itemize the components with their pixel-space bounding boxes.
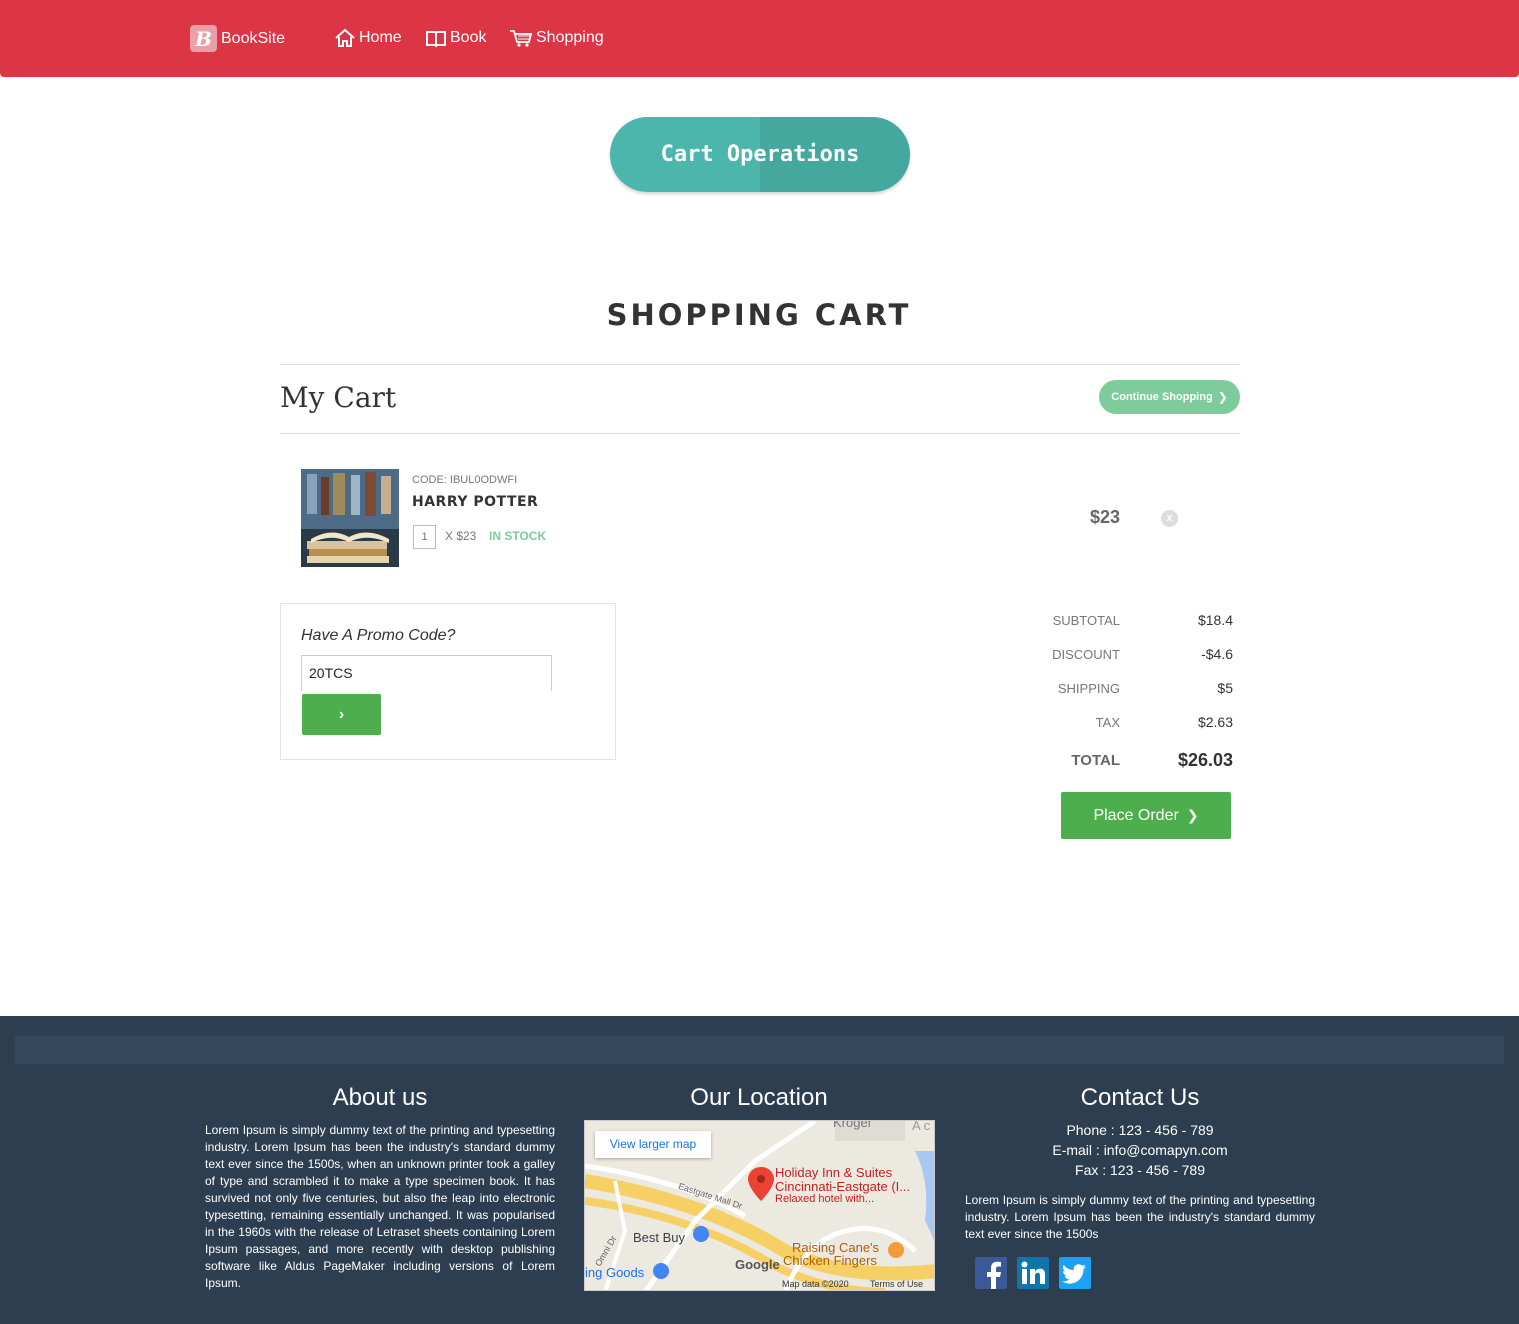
map-place-desc: Relaxed hotel with... bbox=[775, 1193, 875, 1205]
page-title: SHOPPING CART bbox=[606, 298, 912, 332]
linkedin-icon[interactable] bbox=[1017, 1257, 1049, 1289]
map-road-ac: A c bbox=[912, 1120, 931, 1133]
contact-phone: Phone : 123 - 456 - 789 bbox=[1066, 1122, 1214, 1138]
cart-icon bbox=[510, 30, 533, 47]
map-place-name-2: Cincinnati-Eastgate (I... bbox=[775, 1179, 911, 1194]
footer-band bbox=[15, 1036, 1504, 1064]
continue-shopping-button[interactable]: Continue Shopping ❯ bbox=[1099, 380, 1240, 414]
shipping-value: $5 bbox=[1217, 680, 1233, 696]
brand-logo-icon: B bbox=[190, 25, 217, 52]
map-poi-best-buy: Best Buy bbox=[633, 1230, 686, 1245]
total-value: $26.03 bbox=[1177, 750, 1233, 770]
book-icon bbox=[426, 31, 446, 48]
nav-link-book-label: Book bbox=[450, 29, 487, 46]
product-image bbox=[301, 469, 399, 567]
remove-item-icon[interactable]: x bbox=[1161, 510, 1178, 527]
brand-name: BookSite bbox=[221, 29, 286, 47]
apply-promo-button[interactable]: › bbox=[302, 694, 381, 735]
promo-question: Have A Promo Code? bbox=[301, 627, 456, 644]
map-poi-raising-canes-2: Chicken Fingers bbox=[783, 1253, 877, 1268]
about-title: About us bbox=[332, 1084, 428, 1111]
chevron-right-icon: ❯ bbox=[1217, 390, 1228, 404]
map-poi-goods: ing Goods bbox=[585, 1265, 645, 1280]
continue-shopping-label: Continue Shopping bbox=[1111, 391, 1213, 403]
place-order-label: Place Order bbox=[1093, 806, 1179, 824]
google-logo: Google bbox=[735, 1257, 780, 1272]
nav-link-shopping-label: Shopping bbox=[536, 29, 604, 46]
nav-link-home-label: Home bbox=[359, 29, 402, 46]
banner-label: Cart Operations bbox=[660, 142, 860, 167]
product-name: HARRY POTTER bbox=[412, 494, 539, 510]
promo-panel: Have A Promo Code? 20TCS › bbox=[280, 603, 616, 760]
map-terms-link[interactable]: Terms of Use bbox=[870, 1279, 923, 1289]
facebook-icon[interactable] bbox=[975, 1257, 1007, 1289]
location-title: Our Location bbox=[690, 1084, 828, 1111]
place-order-button[interactable]: Place Order ❯ bbox=[1061, 792, 1231, 839]
contact-title: Contact Us bbox=[1080, 1084, 1200, 1111]
quantity-input[interactable]: 1 bbox=[413, 525, 436, 549]
unit-price: X $23 bbox=[445, 529, 477, 543]
tax-value: $2.63 bbox=[1197, 714, 1233, 730]
cart-operations-banner: Cart Operations bbox=[610, 117, 910, 192]
stock-status: IN STOCK bbox=[489, 529, 547, 543]
nav-link-home[interactable]: Home bbox=[334, 28, 402, 48]
divider bbox=[280, 364, 1240, 365]
map-poi-kroger: Kroger bbox=[833, 1120, 873, 1130]
map-data-credit: Map data ©2020 bbox=[782, 1279, 849, 1289]
twitter-icon[interactable] bbox=[1059, 1257, 1091, 1289]
subtotal-value: $18.4 bbox=[1197, 612, 1233, 628]
view-larger-map-link[interactable]: View larger map bbox=[595, 1131, 711, 1158]
location-map[interactable]: View larger map Holiday Inn & Suites Cin… bbox=[584, 1120, 935, 1291]
divider bbox=[280, 433, 1240, 434]
home-icon bbox=[335, 28, 355, 47]
line-total: $23 bbox=[1090, 507, 1121, 527]
promo-code-input[interactable]: 20TCS bbox=[301, 655, 552, 691]
map-place-name: Holiday Inn & Suites bbox=[775, 1165, 893, 1180]
product-code: CODE: IBUL0ODWFI bbox=[412, 474, 518, 486]
chevron-right-icon: ❯ bbox=[1186, 807, 1199, 823]
about-text: Lorem Ipsum is simply dummy text of the … bbox=[205, 1123, 555, 1290]
nav-link-shopping[interactable]: Shopping bbox=[509, 28, 604, 48]
contact-text: Lorem Ipsum is simply dummy text of the … bbox=[965, 1193, 1315, 1241]
contact-email[interactable]: E-mail : info@comapyn.com bbox=[965, 1142, 1315, 1158]
nav-link-book[interactable]: Book bbox=[425, 28, 486, 48]
my-cart-heading: My Cart bbox=[280, 381, 397, 414]
brand[interactable]: B BookSite bbox=[190, 25, 285, 52]
contact-fax: Fax : 123 - 456 - 789 bbox=[1075, 1162, 1205, 1178]
navbar: B BookSite Home Book Shopping bbox=[0, 0, 1519, 77]
discount-value: -$4.6 bbox=[1201, 646, 1233, 662]
